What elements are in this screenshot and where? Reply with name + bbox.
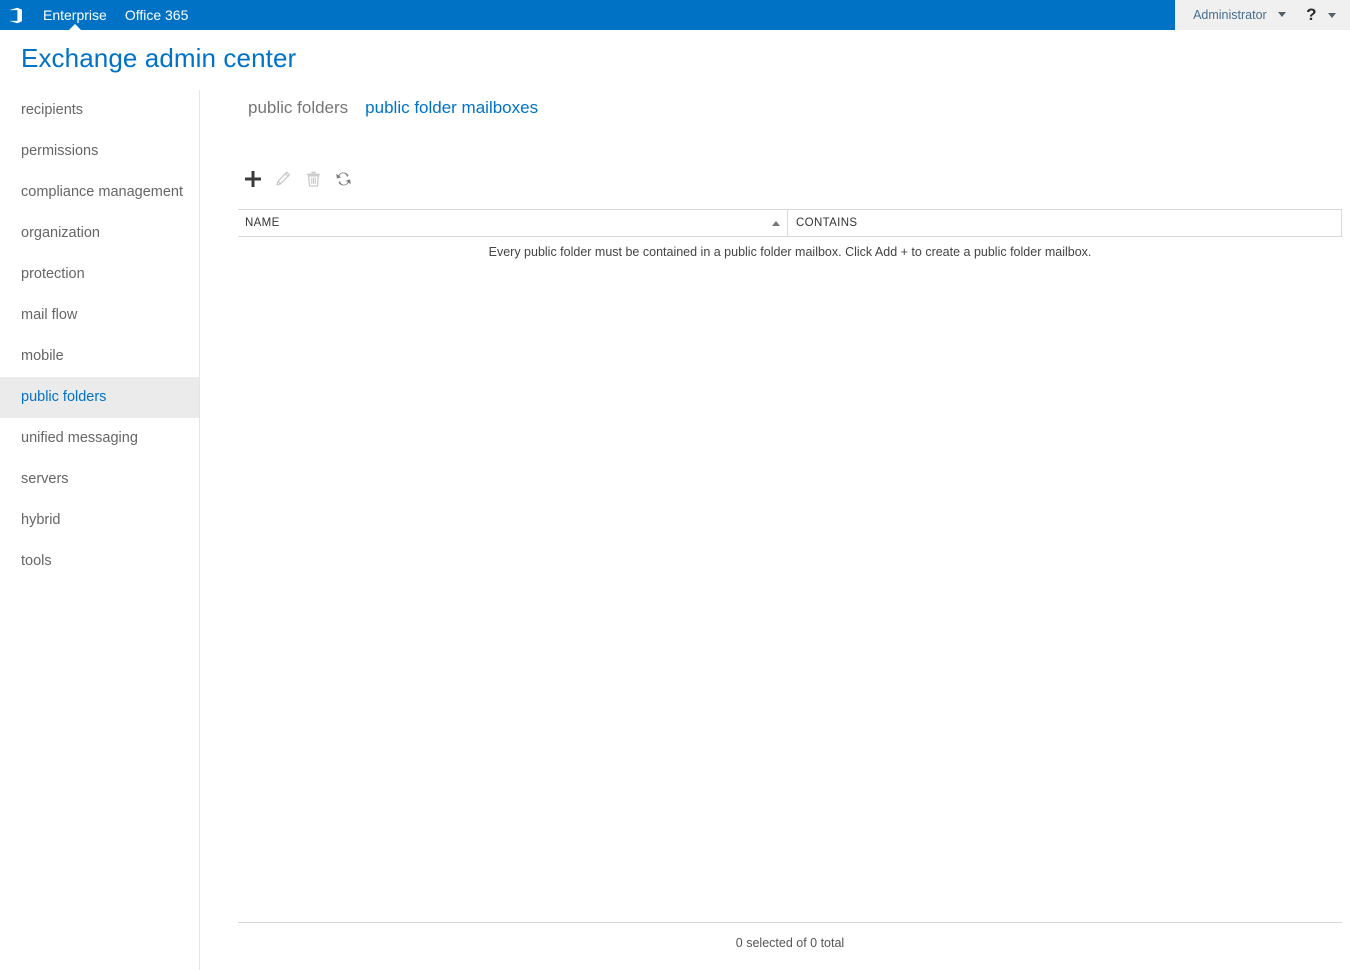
column-header-contains-label: CONTAINS — [796, 217, 858, 229]
sidebar-item-recipients[interactable]: recipients — [0, 90, 199, 131]
app-launcher-button[interactable] — [0, 0, 30, 30]
grid-footer: 0 selected of 0 total — [238, 922, 1342, 950]
sidebar-item-compliance-management[interactable]: compliance management — [0, 172, 199, 213]
help-menu[interactable]: ? — [1286, 6, 1336, 25]
question-mark-icon: ? — [1306, 4, 1317, 24]
tab-public-folder-mailboxes[interactable]: public folder mailboxes — [365, 98, 538, 118]
sidebar-item-unified-messaging[interactable]: unified messaging — [0, 418, 199, 459]
sidebar-item-mobile[interactable]: mobile — [0, 336, 199, 377]
suite-bar-left: Enterprise Office 365 — [0, 0, 1175, 30]
tab-bar: public folders public folder mailboxes — [248, 98, 555, 118]
column-header-contains[interactable]: CONTAINS — [788, 210, 1341, 236]
plus-icon — [244, 170, 262, 188]
refresh-icon — [335, 171, 352, 187]
add-button[interactable] — [238, 166, 268, 192]
active-tab-notch — [68, 24, 81, 30]
grid-toolbar — [238, 166, 358, 192]
sidebar-item-tools[interactable]: tools — [0, 541, 199, 582]
page-title: Exchange admin center — [21, 43, 297, 73]
refresh-button[interactable] — [328, 166, 358, 192]
trash-icon — [306, 171, 321, 187]
office-waffle-icon — [7, 7, 24, 24]
delete-button[interactable] — [298, 166, 328, 192]
grid-header-row: NAME CONTAINS — [238, 209, 1342, 237]
edit-button[interactable] — [268, 166, 298, 192]
sidebar-item-hybrid[interactable]: hybrid — [0, 500, 199, 541]
suite-link-office365[interactable]: Office 365 — [116, 0, 198, 30]
data-grid: NAME CONTAINS — [238, 209, 1342, 237]
chevron-down-icon — [1328, 12, 1336, 18]
suite-link-office365-label: Office 365 — [124, 7, 189, 23]
selection-status: 0 selected of 0 total — [735, 936, 845, 950]
sidebar-item-organization[interactable]: organization — [0, 213, 199, 254]
sidebar-item-mail-flow[interactable]: mail flow — [0, 295, 199, 336]
chevron-down-icon — [1278, 12, 1287, 18]
pencil-icon — [275, 171, 291, 187]
sort-ascending-icon — [772, 220, 780, 226]
grid-empty-message: Every public folder must be contained in… — [488, 245, 1092, 259]
account-menu[interactable]: Administrator — [1193, 6, 1287, 24]
sidebar-item-permissions[interactable]: permissions — [0, 131, 199, 172]
sidebar-item-protection[interactable]: protection — [0, 254, 199, 295]
suite-bar-right: Administrator ? — [1175, 0, 1350, 30]
sidebar-item-servers[interactable]: servers — [0, 459, 199, 500]
sidebar-item-public-folders[interactable]: public folders — [0, 377, 199, 418]
suite-link-enterprise[interactable]: Enterprise — [34, 0, 116, 30]
main-content: public folders public folder mailboxes N… — [200, 90, 1350, 970]
tab-public-folders[interactable]: public folders — [248, 98, 348, 118]
suite-bar: Enterprise Office 365 Administrator ? — [0, 0, 1350, 30]
column-header-name[interactable]: NAME — [238, 210, 788, 236]
column-header-name-label: NAME — [245, 217, 280, 229]
sidebar-navigation: recipients permissions compliance manage… — [0, 90, 200, 970]
account-name: Administrator — [1193, 8, 1267, 22]
suite-link-enterprise-label: Enterprise — [43, 7, 107, 23]
